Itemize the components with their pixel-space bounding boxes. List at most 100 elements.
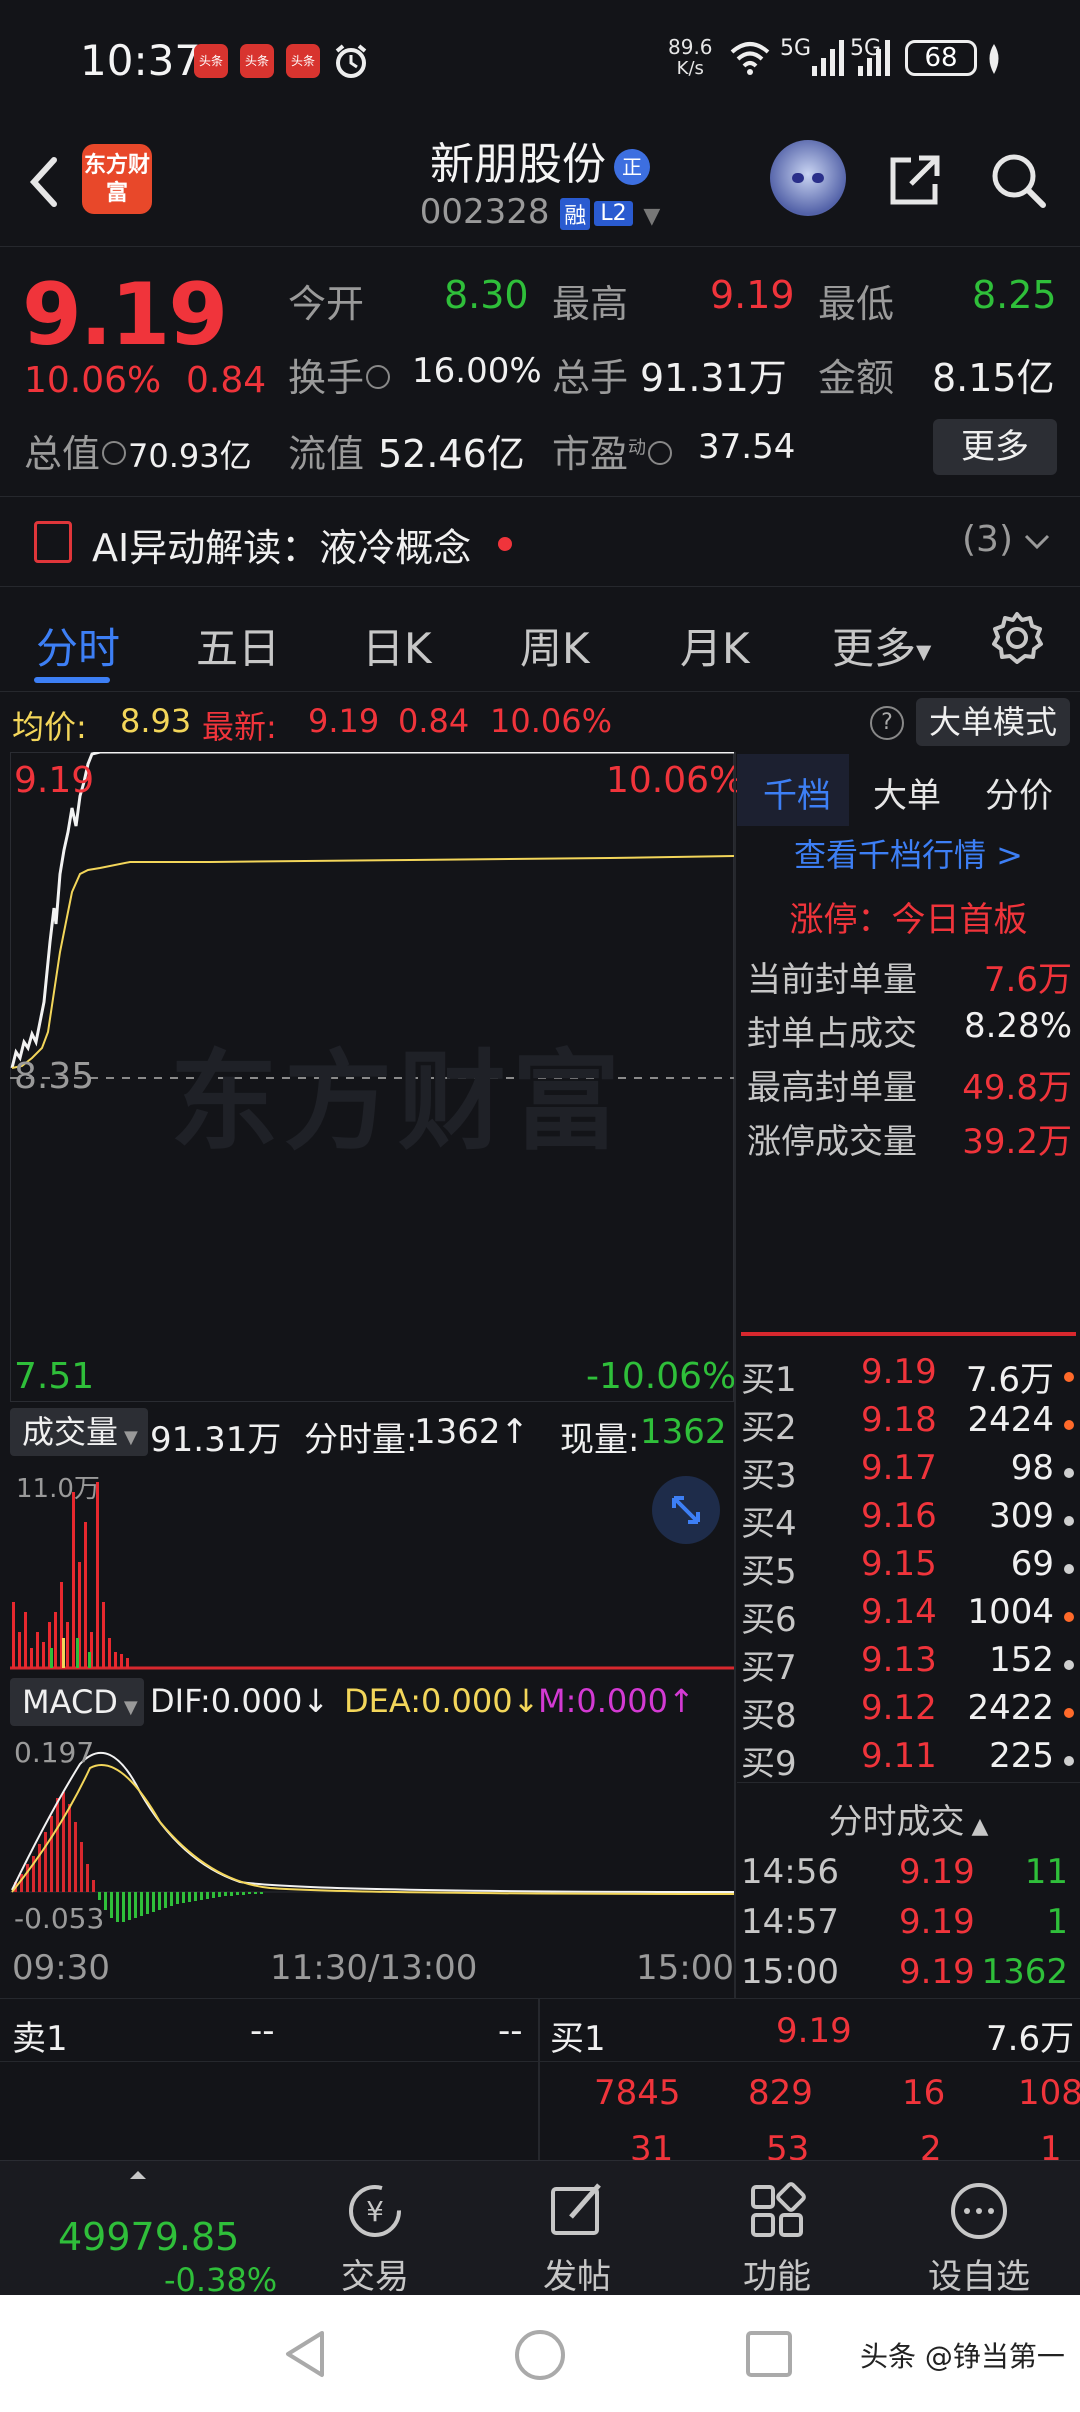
index-value[interactable]: 49979.85: [58, 2215, 239, 2259]
time-sales-title[interactable]: 分时成交 ▲: [737, 1794, 1080, 1843]
float-value: 52.46亿: [378, 432, 525, 476]
limit-up-title: 涨停：今日首板: [789, 900, 1028, 940]
svg-text:¥: ¥: [366, 2195, 384, 2228]
expand-icon: [672, 1496, 700, 1524]
more-dots-icon: [951, 2183, 1007, 2239]
stock-header: 东方财富 新朋股份正 002328 融 L2 ▼: [0, 122, 1080, 247]
back-triangle-icon[interactable]: [280, 2327, 330, 2381]
market-cap: 总值 70.93亿: [24, 432, 252, 476]
tab-weekly-k[interactable]: 周K: [520, 615, 590, 676]
info-dots-icon[interactable]: [648, 440, 673, 465]
tab-daily-k[interactable]: 日K: [362, 615, 432, 676]
buy1-qty: 7.6万: [986, 2019, 1075, 2059]
help-icon[interactable]: ?: [870, 706, 904, 740]
latest-pct: 10.06%: [490, 702, 613, 740]
macd-header: MACD ▼ DIF:0.000↓ DEA:0.000↓ M:0.000↑: [10, 1672, 734, 1732]
big-order-mode-button[interactable]: 大单模式: [916, 698, 1070, 746]
view-depth-link[interactable]: 查看千档行情 >: [737, 830, 1080, 876]
current-price: 9.19: [22, 265, 228, 365]
tab-five-day[interactable]: 五日: [196, 615, 280, 676]
latest-label: 最新:: [202, 708, 277, 746]
bid-row[interactable]: 买7 9.13 152: [741, 1640, 1076, 1688]
time-axis-mid: 11:30/13:00: [270, 1948, 478, 1988]
signal-bars-icon: [858, 40, 890, 76]
bid-row[interactable]: 买3 9.17 98: [741, 1448, 1076, 1496]
stock-code: 002328: [419, 192, 550, 232]
current-volume: 1362: [640, 1412, 727, 1452]
pe-value: 37.54: [698, 427, 796, 467]
nav-functions[interactable]: 功能: [702, 2179, 852, 2298]
time-axis-end: 15:00: [636, 1948, 734, 1988]
nav-post[interactable]: 发帖: [502, 2179, 652, 2298]
more-button[interactable]: 更多: [933, 419, 1057, 475]
bid-row[interactable]: 买5 9.15 69: [741, 1544, 1076, 1592]
divider: [0, 2061, 1080, 2062]
order-dot: [1064, 1516, 1074, 1526]
volume-selector[interactable]: 成交量 ▼: [10, 1408, 148, 1456]
tab-monthly-k[interactable]: 月K: [680, 615, 750, 676]
index-pct: -0.38%: [164, 2261, 278, 2299]
time-axis-start: 09:30: [12, 1948, 110, 1988]
source-watermark: 头条 @铮当第一: [860, 2340, 1065, 2373]
info-dots-icon[interactable]: [366, 364, 391, 389]
tab-intraday[interactable]: 分时: [36, 615, 120, 676]
triangle-up-icon: [130, 2169, 146, 2179]
nav-watchlist[interactable]: 设自选: [904, 2179, 1054, 2298]
edit-icon: [551, 2183, 601, 2235]
bid-row[interactable]: 买1 9.19 7.6万: [741, 1352, 1076, 1400]
sell1-price: --: [250, 2011, 275, 2051]
arrow-up-icon: ↑: [668, 1682, 695, 1720]
recents-square-icon[interactable]: [744, 2329, 794, 2379]
bid-row[interactable]: 买6 9.14 1004: [741, 1592, 1076, 1640]
toutiao-app-icon: 头条: [286, 44, 320, 78]
nav-trade[interactable]: ¥ 交易: [300, 2179, 450, 2298]
fs-volume: 1362↑: [414, 1412, 530, 1452]
macd-dif: DIF:0.000↓: [150, 1682, 330, 1720]
high-value: 9.19: [710, 273, 795, 317]
info-dots-icon[interactable]: [102, 440, 127, 465]
intraday-info-line: 均价: 8.93 最新: 9.19 0.84 10.06% ? 大单模式: [0, 692, 1080, 752]
unread-dot: [498, 537, 512, 551]
signal-bars-icon: [812, 40, 844, 76]
order-book-summary: 卖1 -- -- 买1 9.19 7.6万 7845 829 16 108 31…: [0, 1998, 1080, 2169]
ai-analysis-row[interactable]: AI异动解读：液冷概念 (3): [0, 497, 1080, 587]
volume-bar-chart[interactable]: [10, 1462, 734, 1672]
volume-label: 总手: [552, 356, 629, 400]
order-dot: [1064, 1756, 1074, 1766]
order-dot: [1064, 1372, 1074, 1382]
macd-selector[interactable]: MACD ▼: [10, 1678, 144, 1726]
chevron-down-icon: [1024, 534, 1050, 550]
grid-icon: [751, 2182, 806, 2237]
open-label: 今开: [288, 282, 365, 326]
macd-chart[interactable]: [10, 1732, 734, 1948]
tab-depth[interactable]: 千档: [763, 768, 831, 817]
macd-dea-line: [11, 1764, 734, 1895]
tab-more[interactable]: 更多▼: [832, 615, 931, 676]
ai-robot-icon[interactable]: [770, 140, 846, 216]
share-icon[interactable]: [885, 150, 945, 210]
macd-min-label: -0.053: [14, 1902, 105, 1935]
bid-row[interactable]: 买8 9.12 2422: [741, 1688, 1076, 1736]
alarm-icon: [335, 44, 367, 78]
margin-tag: 融: [560, 197, 591, 230]
stat-row: 封单占成交 8.28%: [747, 1006, 1072, 1054]
volume-total: 91.31万: [150, 1420, 282, 1460]
tab-big-orders[interactable]: 大单: [873, 768, 941, 817]
avg-price: 8.93: [120, 702, 192, 740]
home-circle-icon[interactable]: [512, 2327, 568, 2383]
search-icon[interactable]: [988, 150, 1048, 210]
bid-row[interactable]: 买2 9.18 2424: [741, 1400, 1076, 1448]
tab-price-dist[interactable]: 分价: [985, 768, 1053, 817]
bid-row[interactable]: 买9 9.11 225: [741, 1736, 1076, 1784]
float-label: 流值: [288, 432, 365, 476]
macd-m: M:0.000↑: [538, 1682, 695, 1720]
system-navigation-bar: 头条 @铮当第一: [0, 2295, 1080, 2412]
pe-label: 市盈动: [552, 423, 674, 478]
chart-bottom-price: 7.51: [14, 1356, 95, 1397]
high-label: 最高: [552, 282, 629, 326]
chart-top-pct: 10.06%: [606, 760, 744, 801]
expand-chart-button[interactable]: [652, 1476, 720, 1544]
bid-row[interactable]: 买4 9.16 309: [741, 1496, 1076, 1544]
trade-icon: ¥: [349, 2185, 401, 2237]
gear-icon[interactable]: [990, 611, 1044, 665]
